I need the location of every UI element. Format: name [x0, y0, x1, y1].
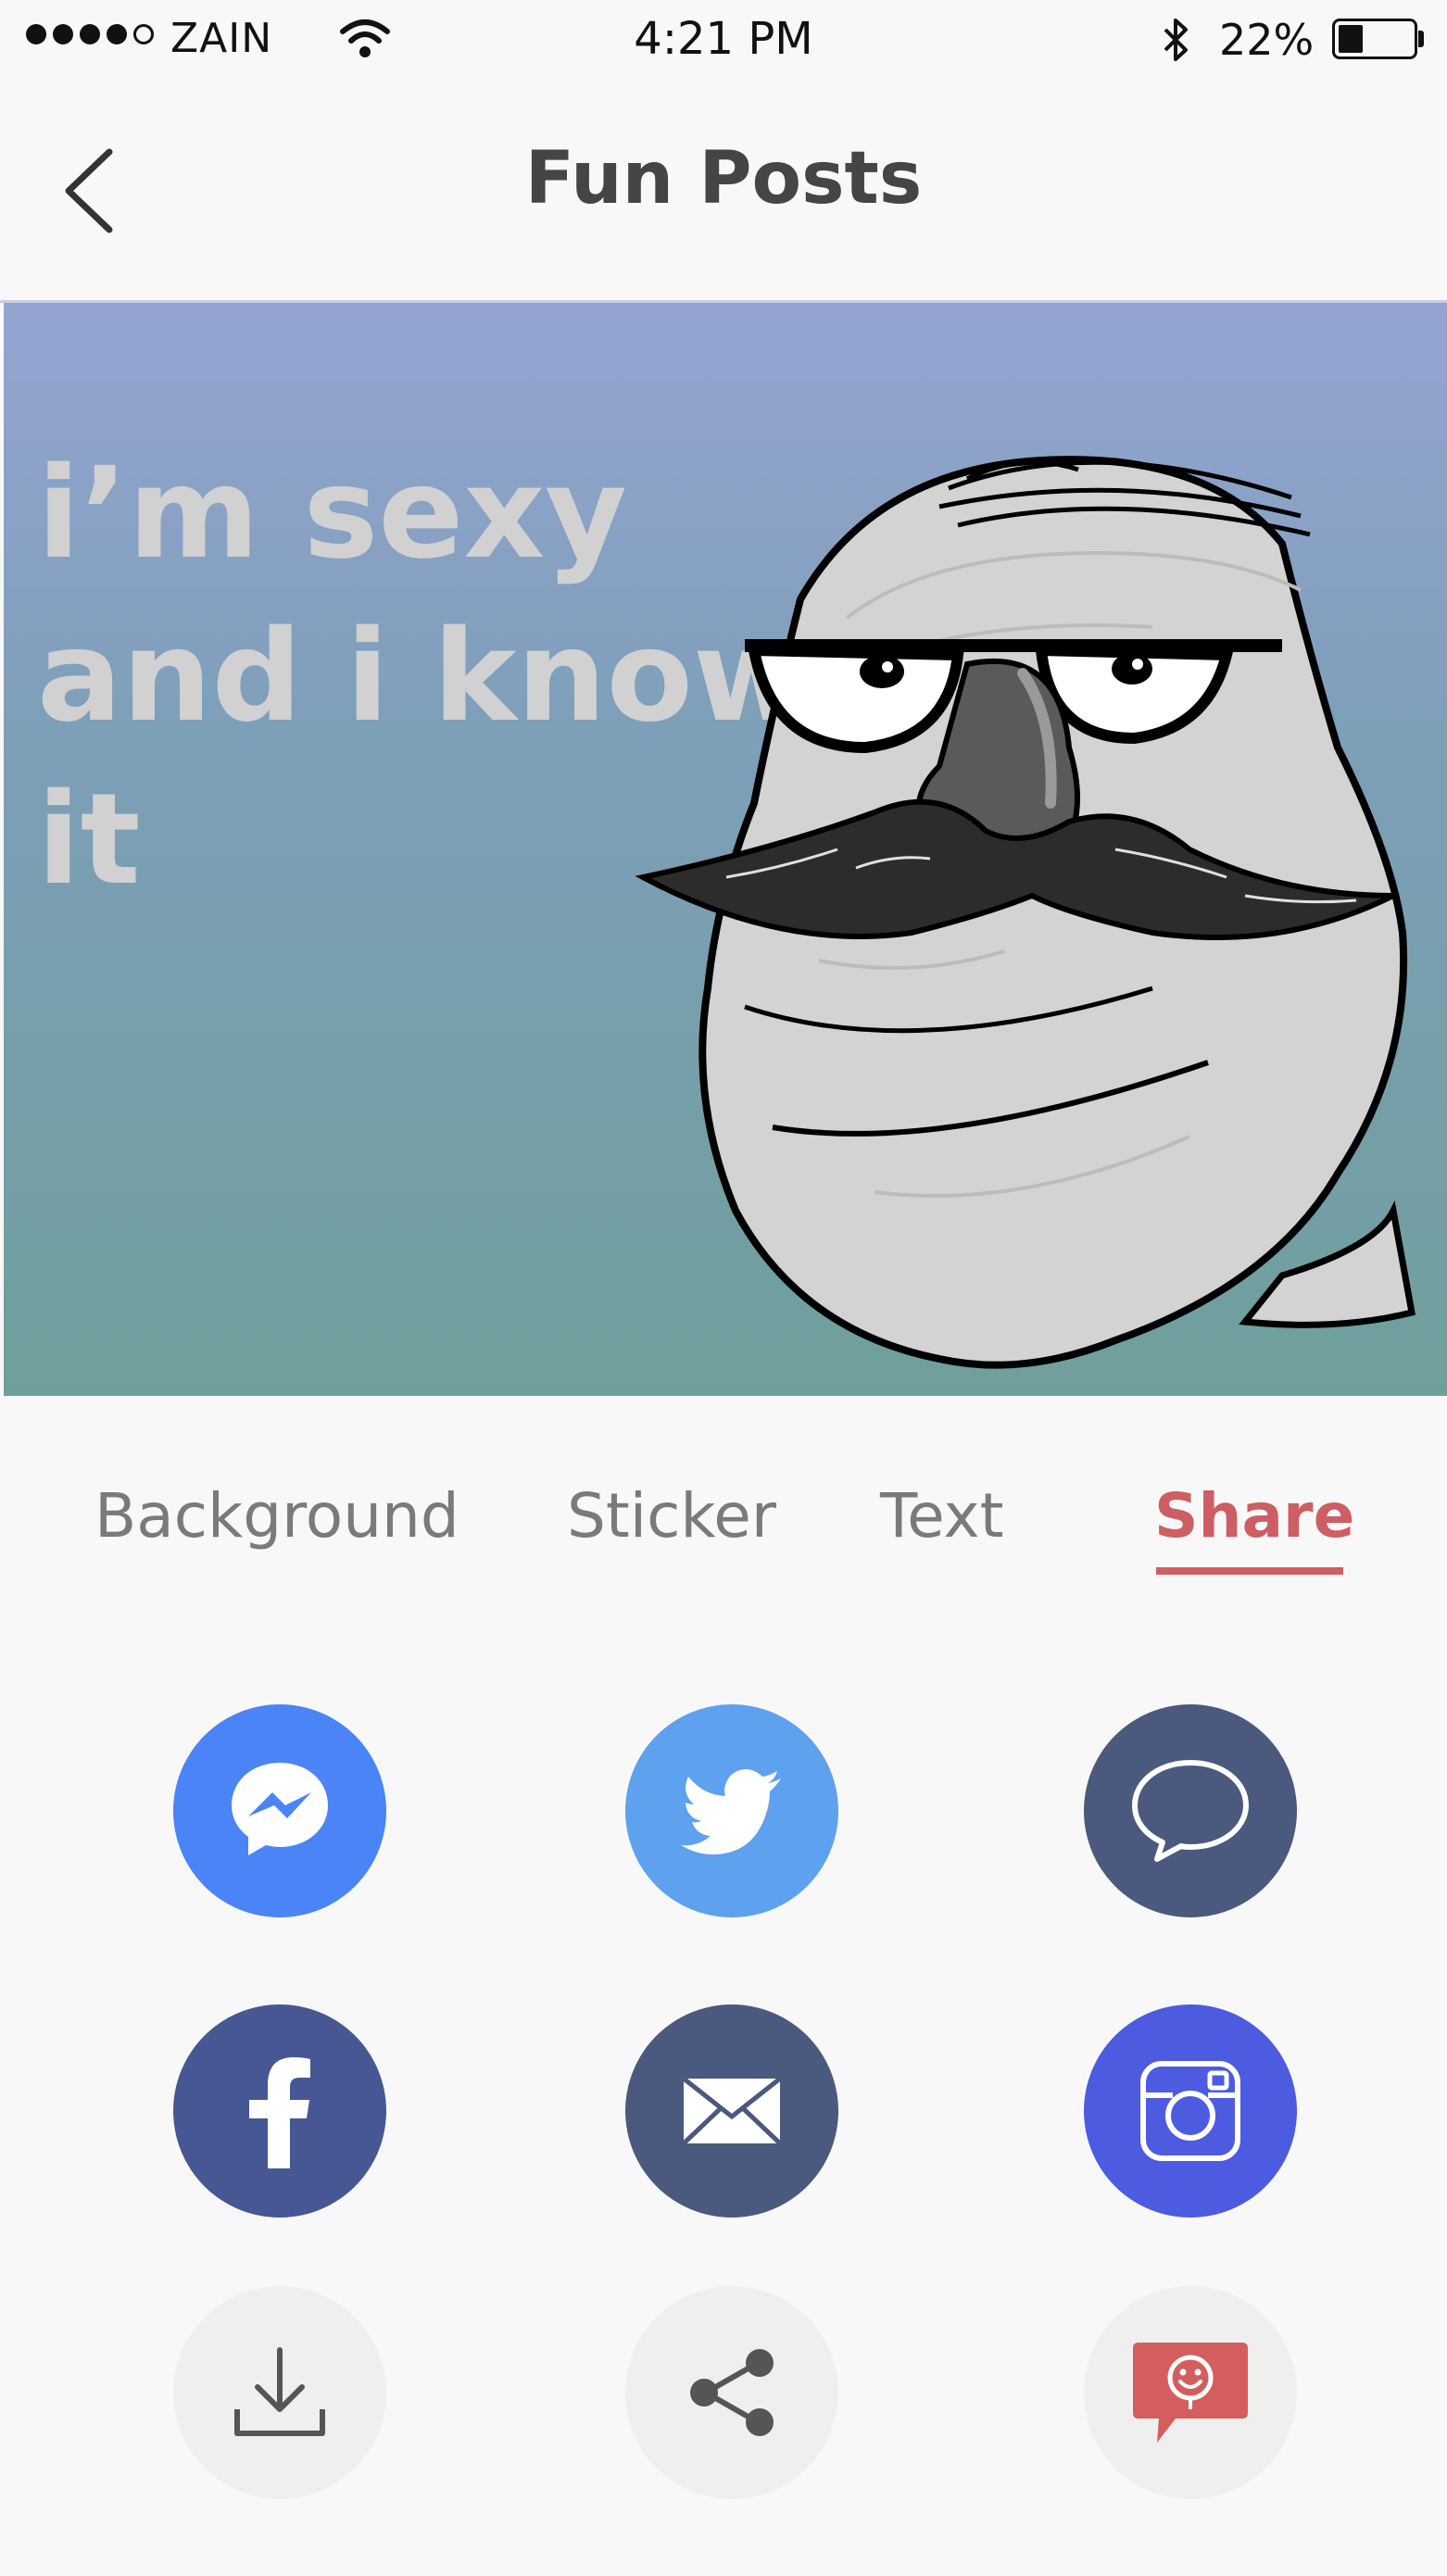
message-bubble-icon: [1132, 1760, 1249, 1862]
mustache-guy-sticker[interactable]: [634, 414, 1430, 1396]
editor-tabs: Background Sticker Text Share: [0, 1445, 1447, 1593]
share-icon: [690, 2349, 774, 2436]
tab-share[interactable]: Share: [1154, 1480, 1354, 1552]
post-canvas[interactable]: i’m sexy and i know it: [4, 303, 1447, 1396]
battery-icon: [1332, 19, 1417, 59]
battery-percent: 22%: [1219, 15, 1315, 65]
save-download-button[interactable]: [173, 2286, 386, 2499]
bluetooth-icon: [1164, 19, 1188, 61]
share-message-button[interactable]: [1084, 1704, 1297, 1917]
share-messenger-button[interactable]: [173, 1704, 386, 1917]
share-instagram-button[interactable]: [1084, 2004, 1297, 2218]
share-facebook-button[interactable]: [173, 2004, 386, 2218]
share-more-button[interactable]: [625, 2286, 838, 2499]
share-sticker-chat-button[interactable]: [1084, 2286, 1297, 2499]
nav-bar: Fun Posts: [0, 80, 1447, 302]
messenger-icon: [232, 1763, 328, 1855]
tab-sticker[interactable]: Sticker: [567, 1480, 776, 1552]
sticker-chat-icon: [1133, 2343, 1248, 2443]
tab-text[interactable]: Text: [880, 1480, 1003, 1552]
mail-icon: [682, 2077, 782, 2145]
share-email-button[interactable]: [625, 2004, 838, 2218]
twitter-icon: [681, 1769, 781, 1854]
active-tab-indicator: [1156, 1567, 1343, 1575]
tab-background[interactable]: Background: [94, 1480, 459, 1552]
page-title: Fun Posts: [524, 137, 923, 220]
share-twitter-button[interactable]: [625, 1704, 838, 1917]
facebook-icon: [249, 2057, 310, 2168]
download-icon: [234, 2347, 325, 2436]
instagram-icon: [1140, 2061, 1240, 2161]
status-bar: ZAIN 4:21 PM 22%: [0, 0, 1447, 80]
